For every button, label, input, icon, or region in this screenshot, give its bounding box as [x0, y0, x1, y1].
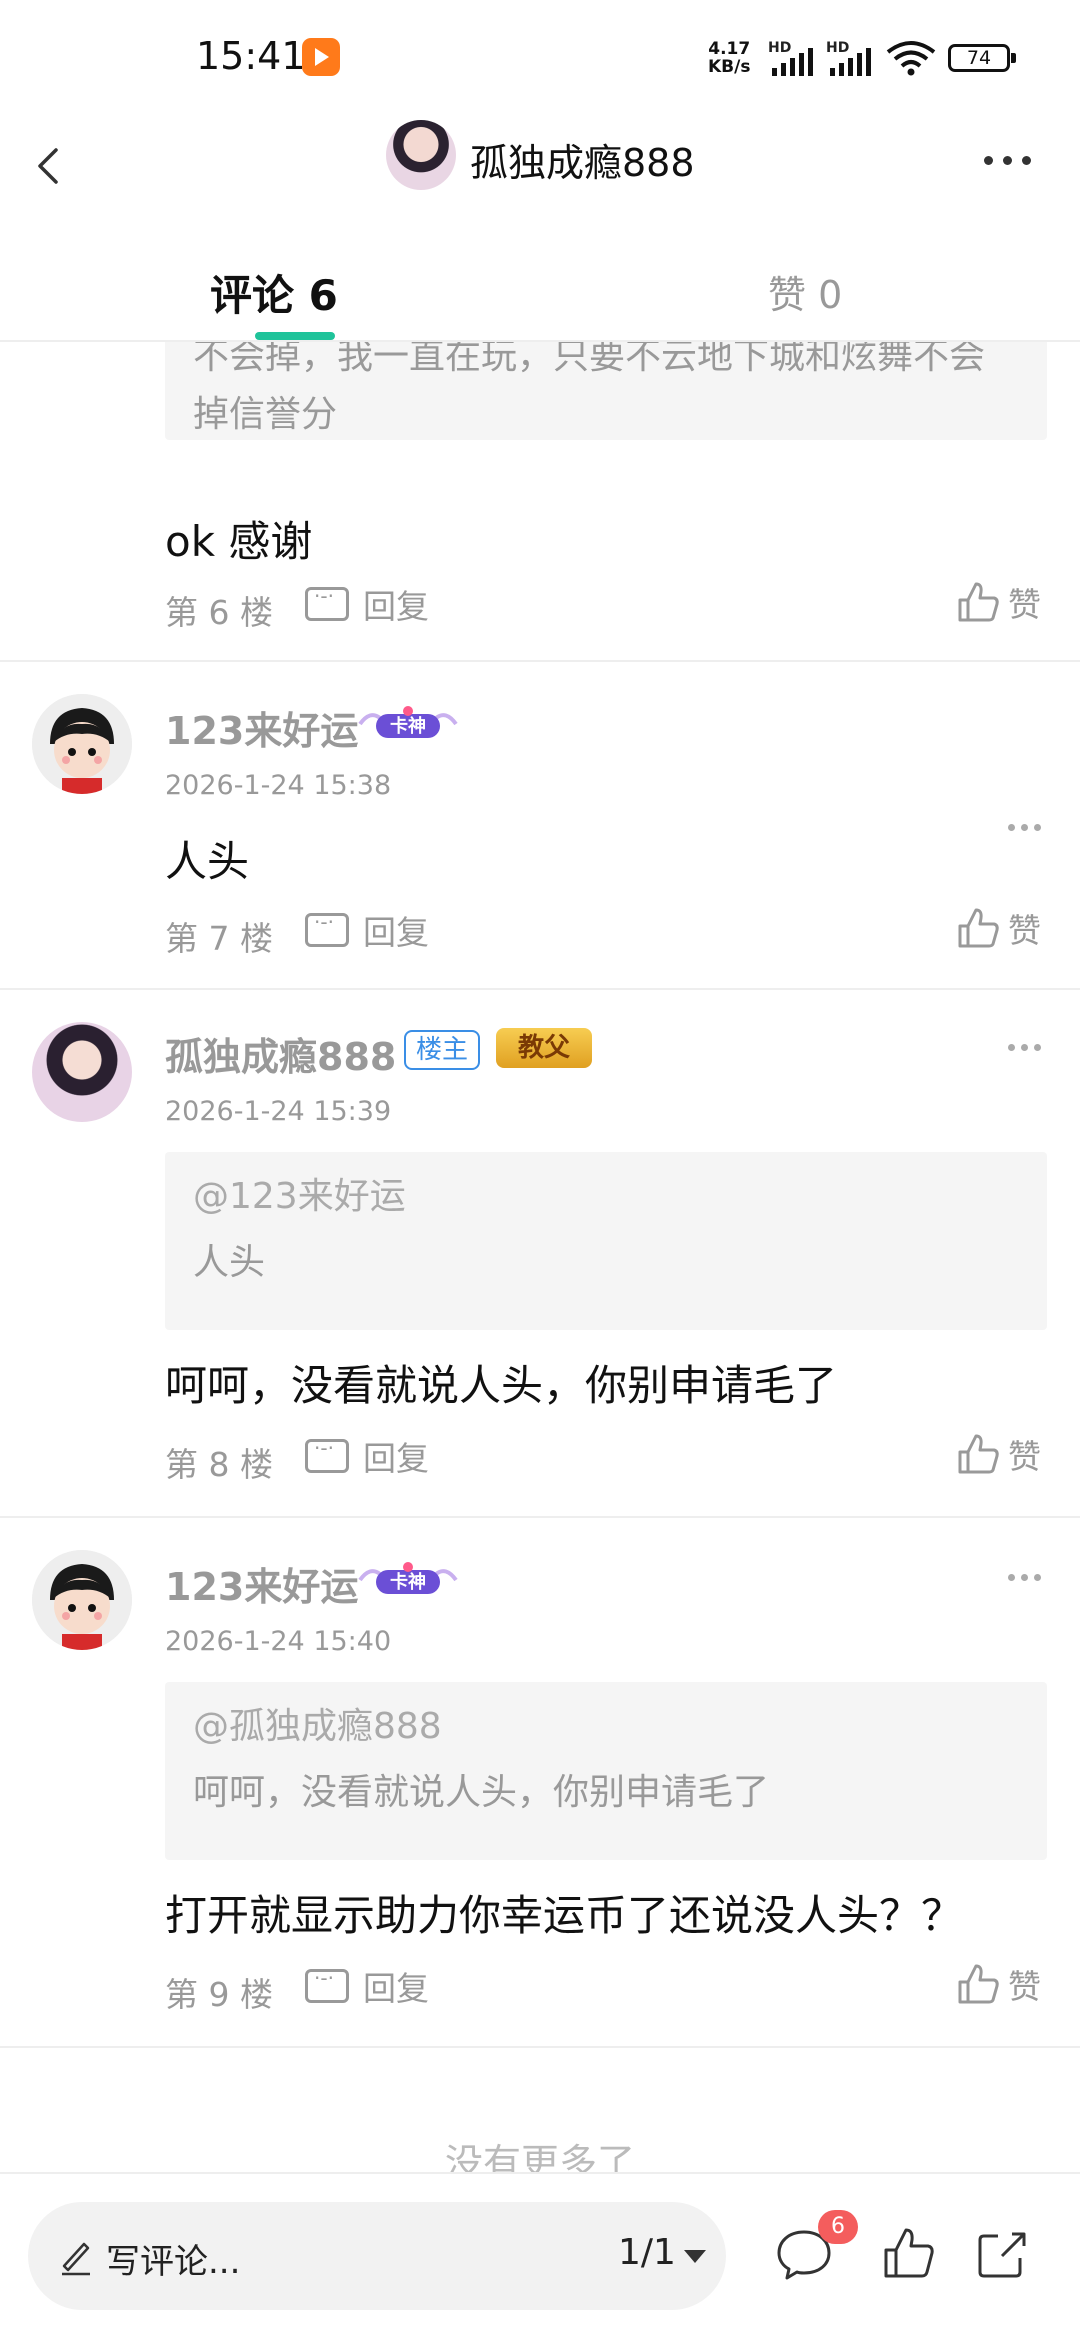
like-button[interactable]: 赞 — [956, 1962, 1041, 2006]
like-label: 赞 — [1008, 911, 1041, 950]
status-bar: 15:41 4.17 KB/s HD HD 74 — [0, 0, 1080, 110]
floor-number: 第 8 楼 — [165, 1445, 273, 1484]
comment-placeholder: 写评论... — [106, 2242, 241, 2282]
comment-input[interactable]: 写评论... 1/1 — [28, 2202, 726, 2310]
tab-likes-count: 0 — [818, 273, 843, 317]
quote-text: 不会掉，我一直在玩，只要不云地下城和炫舞不会掉信誉分 — [193, 342, 986, 435]
comment-more-icon[interactable] — [1008, 1044, 1041, 1051]
thumbs-up-icon — [958, 1434, 999, 1474]
kashen-badge: 卡神 — [356, 704, 460, 744]
tab-comments-count: 6 — [308, 271, 338, 320]
divider — [0, 660, 1080, 662]
bottom-bar: 写评论... 1/1 6 — [0, 2172, 1080, 2340]
floor-number: 第 6 楼 — [165, 593, 273, 632]
comment-body: 人头 — [165, 837, 250, 886]
reply-label: 回复 — [363, 1439, 429, 1478]
no-more-label: 没有更多了 — [444, 2141, 635, 2172]
reply-button[interactable]: 回复 — [305, 1966, 429, 2008]
quote-author: @孤独成瘾888 — [193, 1706, 442, 1747]
user-avatar[interactable] — [32, 1022, 132, 1122]
username[interactable]: 123来好运 — [165, 700, 358, 755]
reply-icon — [305, 584, 349, 621]
video-app-icon — [302, 38, 340, 76]
comment-more-icon[interactable] — [1008, 1574, 1041, 1581]
user-avatar[interactable] — [32, 694, 132, 794]
tab-comments-label: 评论 — [210, 271, 295, 320]
username[interactable]: 孤独成瘾888 — [165, 1026, 396, 1081]
timestamp: 2026-1-24 15:39 — [165, 1096, 392, 1127]
user-avatar[interactable] — [32, 1550, 132, 1650]
comment-body: 打开就显示助力你幸运币了还说没人头？？ — [165, 1891, 964, 1940]
owner-badge: 楼主 — [404, 1030, 481, 1070]
tab-likes[interactable]: 赞 0 — [768, 264, 842, 319]
divider — [0, 1516, 1080, 1518]
floor-number: 第 7 楼 — [165, 919, 273, 958]
page-indicator[interactable]: 1/1 — [618, 2232, 676, 2273]
comment-count-badge: 6 — [818, 2210, 858, 2244]
like-button[interactable]: 赞 — [956, 906, 1041, 950]
quoted-comment: 不会掉，我一直在玩，只要不云地下城和炫舞不会掉信誉分 — [165, 342, 1047, 440]
more-options-icon[interactable] — [984, 150, 1038, 170]
divider — [0, 988, 1080, 990]
timestamp: 2026-1-24 15:40 — [165, 1626, 392, 1657]
reply-icon — [305, 1966, 349, 2003]
like-button[interactable]: 赞 — [956, 1432, 1041, 1476]
thumbs-up-icon — [958, 1964, 999, 2004]
like-label: 赞 — [1008, 1967, 1041, 2006]
signal-icon: HD — [826, 40, 886, 76]
badge-label: 卡神 — [390, 1572, 426, 1593]
page-title[interactable]: 孤独成瘾888 — [470, 132, 695, 187]
reply-icon — [305, 1436, 349, 1473]
reply-button[interactable]: 回复 — [305, 1436, 429, 1478]
like-label: 赞 — [1008, 585, 1041, 624]
quoted-comment: @123来好运 人头 — [165, 1152, 1047, 1330]
like-button[interactable]: 赞 — [956, 580, 1041, 624]
comment-more-icon[interactable] — [1008, 824, 1041, 831]
thumbs-up-icon — [958, 582, 999, 622]
floor-number: 第 9 楼 — [165, 1975, 273, 2014]
network-speed-value: 4.17 — [708, 39, 751, 59]
reply-label: 回复 — [363, 587, 429, 626]
like-label: 赞 — [1008, 1437, 1041, 1476]
tab-comments[interactable]: 评论 6 — [210, 262, 338, 323]
wifi-icon — [886, 41, 936, 76]
battery-icon: 74 — [948, 44, 1016, 72]
pen-icon — [62, 2242, 90, 2276]
tab-active-indicator — [255, 332, 335, 340]
comment-body: 呵呵，没看就说人头，你别申请毛了 — [165, 1361, 838, 1410]
quote-author: @123来好运 — [193, 1176, 406, 1217]
quote-text: 呵呵，没看就说人头，你别申请毛了 — [193, 1772, 770, 1813]
thumbs-up-icon — [958, 908, 999, 948]
network-speed: 4.17 KB/s — [708, 40, 750, 76]
caret-down-icon[interactable] — [684, 2250, 706, 2263]
reply-button[interactable]: 回复 — [305, 910, 429, 952]
reply-label: 回复 — [363, 913, 429, 952]
status-time: 15:41 — [196, 34, 306, 78]
username[interactable]: 123来好运 — [165, 1556, 358, 1611]
reply-icon — [305, 910, 349, 947]
share-icon[interactable] — [972, 2224, 1032, 2284]
quote-text: 人头 — [193, 1242, 266, 1283]
thumbs-up-icon[interactable] — [878, 2224, 938, 2284]
comment-list[interactable]: 不会掉，我一直在玩，只要不云地下城和炫舞不会掉信誉分 ok 感谢 第 6 楼 回… — [0, 342, 1080, 2172]
divider — [0, 2046, 1080, 2048]
tab-bar: 评论 6 赞 0 — [0, 240, 1080, 342]
timestamp: 2026-1-24 15:38 — [165, 770, 392, 801]
badge-label: 卡神 — [390, 716, 426, 737]
header: 孤独成瘾888 — [0, 110, 1080, 240]
jiaofu-badge: 教父 — [496, 1028, 592, 1068]
network-speed-unit: KB/s — [708, 57, 751, 77]
tab-likes-label: 赞 — [768, 273, 807, 317]
reply-label: 回复 — [363, 1969, 429, 2008]
comment-body: ok 感谢 — [165, 517, 313, 566]
quoted-comment: @孤独成瘾888 呵呵，没看就说人头，你别申请毛了 — [165, 1682, 1047, 1860]
back-arrow-icon[interactable] — [26, 130, 76, 202]
header-avatar[interactable] — [386, 120, 456, 190]
signal-icon: HD — [768, 40, 828, 76]
reply-button[interactable]: 回复 — [305, 584, 429, 626]
kashen-badge: 卡神 — [356, 1560, 460, 1600]
